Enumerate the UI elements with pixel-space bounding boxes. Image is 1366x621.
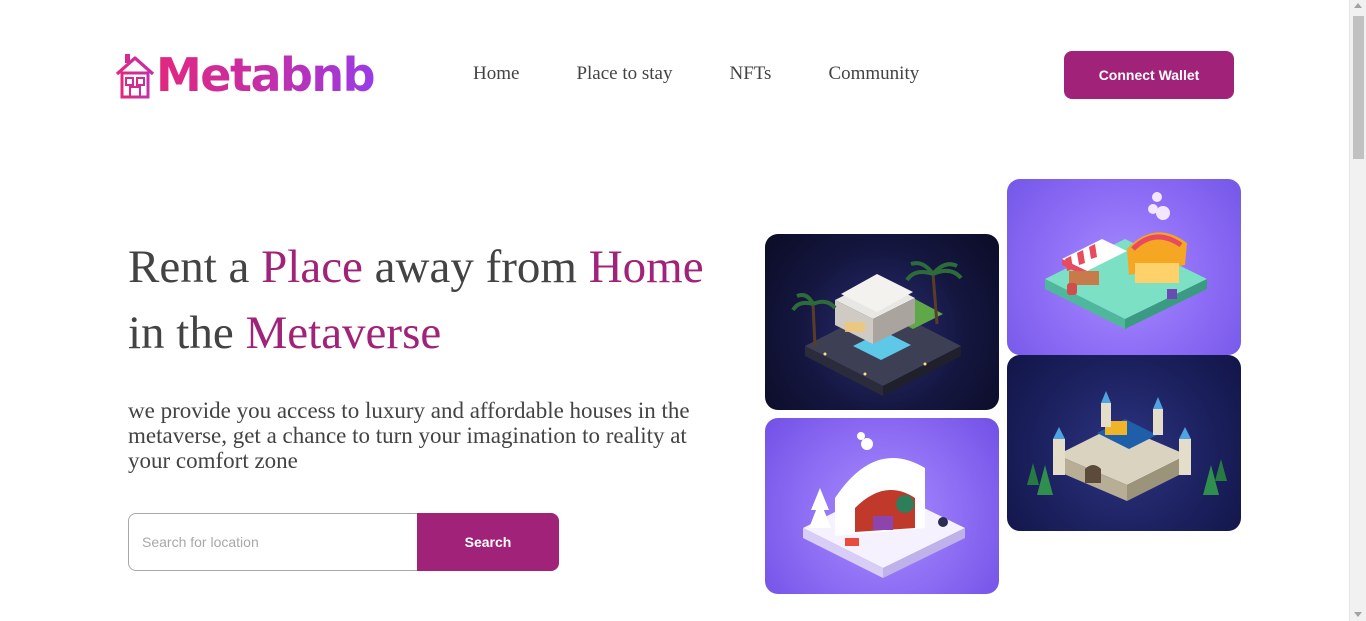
search-input[interactable] bbox=[128, 513, 417, 571]
snow-cabin-image bbox=[765, 418, 999, 594]
search-button[interactable]: Search bbox=[417, 513, 559, 571]
search-bar: Search bbox=[128, 513, 559, 571]
connect-wallet-button[interactable]: Connect Wallet bbox=[1064, 51, 1234, 99]
villa-image bbox=[765, 234, 999, 410]
castle-image bbox=[1007, 355, 1241, 531]
page-scrollbar[interactable] bbox=[1349, 0, 1366, 621]
nav-item-nfts[interactable]: NFTs bbox=[729, 62, 771, 86]
headline-text: Rent a bbox=[128, 241, 262, 293]
hero-subtext: we provide you access to luxury and affo… bbox=[128, 398, 690, 473]
headline-accent-metaverse: Metaverse bbox=[245, 307, 442, 359]
headline-text: away from bbox=[362, 241, 589, 293]
headline-accent-home: Home bbox=[588, 241, 704, 293]
nav-item-home[interactable]: Home bbox=[473, 62, 519, 86]
brand-name: Metabnb bbox=[156, 48, 376, 102]
brand-logo[interactable]: Metabnb bbox=[114, 48, 376, 102]
scroll-thumb[interactable] bbox=[1353, 16, 1364, 159]
headline-accent-place: Place bbox=[261, 241, 363, 293]
hero-headline: Rent a Place away from Home in the Metav… bbox=[128, 234, 728, 366]
nav-item-community[interactable]: Community bbox=[828, 62, 919, 86]
main-nav: Home Place to stay NFTs Community bbox=[473, 62, 919, 86]
market-image bbox=[1007, 179, 1241, 355]
nav-item-place-to-stay[interactable]: Place to stay bbox=[576, 62, 672, 86]
scroll-up-arrow-icon[interactable] bbox=[1354, 3, 1362, 8]
house-icon bbox=[115, 54, 155, 99]
headline-text: in the bbox=[128, 307, 246, 359]
scroll-down-arrow-icon[interactable] bbox=[1354, 612, 1362, 617]
